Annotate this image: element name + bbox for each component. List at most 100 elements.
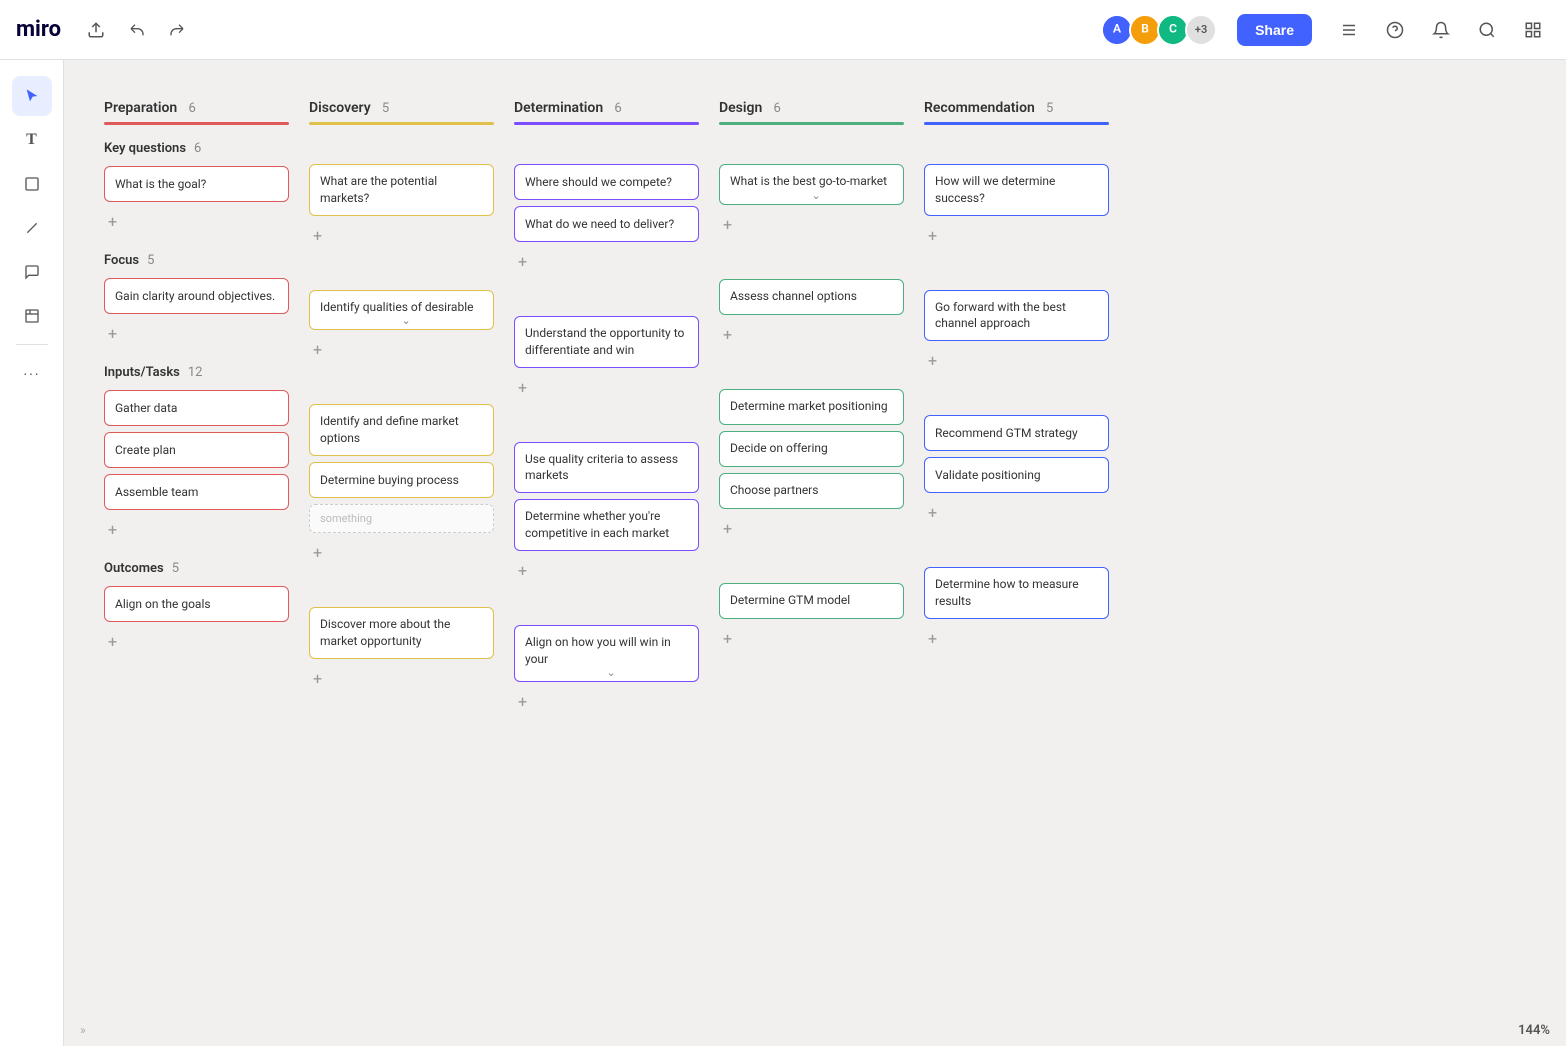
add-card-button[interactable]: + bbox=[719, 323, 736, 346]
add-card-button[interactable]: + bbox=[104, 210, 121, 233]
column-line-determination bbox=[514, 122, 699, 125]
add-card-button[interactable]: + bbox=[924, 501, 941, 524]
card[interactable]: Align on the goals bbox=[104, 586, 289, 622]
column-line-recommendation bbox=[924, 122, 1109, 125]
add-card-button[interactable]: + bbox=[309, 667, 326, 690]
add-card-button[interactable]: + bbox=[514, 376, 531, 399]
add-card-button[interactable]: + bbox=[719, 627, 736, 650]
card[interactable]: Go forward with the best channel approac… bbox=[924, 290, 1109, 342]
canvas: Preparation 6Key questions 6What is the … bbox=[64, 60, 1566, 1046]
card[interactable]: What do we need to deliver? bbox=[514, 206, 699, 242]
card[interactable]: Assess channel options bbox=[719, 279, 904, 315]
card[interactable]: Gain clarity around objectives. bbox=[104, 278, 289, 314]
card-text: Discover more about the market opportuni… bbox=[320, 616, 483, 650]
card[interactable]: Determine how to measure results bbox=[924, 567, 1109, 619]
cursor-tool[interactable] bbox=[12, 76, 52, 116]
help-icon[interactable] bbox=[1378, 15, 1412, 45]
section-discovery-1: Identify qualities of desirable⌄ + bbox=[309, 267, 494, 362]
add-card-button[interactable]: + bbox=[719, 213, 736, 236]
card[interactable]: Create plan bbox=[104, 432, 289, 468]
notifications-icon[interactable] bbox=[1424, 15, 1458, 45]
add-card-button[interactable]: + bbox=[104, 518, 121, 541]
section-preparation-3: Outcomes 5Align on the goals+ bbox=[104, 561, 289, 653]
add-card-button[interactable]: + bbox=[514, 250, 531, 273]
card[interactable]: Determine buying process bbox=[309, 462, 494, 498]
column-header-preparation: Preparation 6 bbox=[104, 100, 289, 125]
card-text: Determine whether you're competitive in … bbox=[525, 508, 688, 542]
column-line-design bbox=[719, 122, 904, 125]
avatar-group: A B C +3 bbox=[1101, 14, 1217, 46]
add-card-button[interactable]: + bbox=[514, 559, 531, 582]
card-text: Gather data bbox=[115, 400, 177, 417]
add-card-button[interactable]: + bbox=[514, 690, 531, 713]
card[interactable]: Validate positioning bbox=[924, 457, 1109, 493]
add-card-button[interactable]: + bbox=[104, 630, 121, 653]
card[interactable]: Identify and define market options bbox=[309, 404, 494, 456]
section-design-1: Assess channel options + bbox=[719, 256, 904, 346]
card-text: What are the potential markets? bbox=[320, 173, 483, 207]
card[interactable]: Gather data bbox=[104, 390, 289, 426]
card[interactable]: Understand the opportunity to differenti… bbox=[514, 316, 699, 368]
undo-button[interactable] bbox=[123, 16, 151, 44]
sticky-tool[interactable] bbox=[12, 164, 52, 204]
section-spacer bbox=[309, 141, 494, 164]
card[interactable]: Identify qualities of desirable⌄ bbox=[309, 290, 494, 331]
card-text: Identify and define market options bbox=[320, 413, 483, 447]
column-title-design: Design 6 bbox=[719, 100, 904, 116]
card-text: Determine market positioning bbox=[730, 398, 888, 415]
add-card-button[interactable]: + bbox=[309, 338, 326, 361]
card[interactable]: Use quality criteria to assess markets bbox=[514, 442, 699, 494]
comment-tool[interactable] bbox=[12, 252, 52, 292]
card-text: What do we need to deliver? bbox=[525, 216, 674, 233]
redo-button[interactable] bbox=[163, 16, 191, 44]
section-determination-3: Align on how you will win in your⌄ + bbox=[514, 602, 699, 714]
frame-tool[interactable] bbox=[12, 296, 52, 336]
card[interactable]: What is the best go-to-market⌄ bbox=[719, 164, 904, 205]
card[interactable]: Assemble team bbox=[104, 474, 289, 510]
card[interactable]: Where should we compete? bbox=[514, 164, 699, 200]
card[interactable]: Discover more about the market opportuni… bbox=[309, 607, 494, 659]
line-tool[interactable] bbox=[12, 208, 52, 248]
section-spacer bbox=[924, 544, 1109, 567]
add-card-button[interactable]: + bbox=[309, 224, 326, 247]
card[interactable]: Recommend GTM strategy bbox=[924, 415, 1109, 451]
column-design: Design 6What is the best go-to-market⌄+A… bbox=[719, 100, 904, 733]
card-text: Assess channel options bbox=[730, 288, 857, 305]
share-button[interactable]: Share bbox=[1237, 14, 1312, 46]
card[interactable]: Determine market positioning bbox=[719, 389, 904, 425]
card[interactable]: Choose partners bbox=[719, 473, 904, 509]
card[interactable]: What are the potential markets? bbox=[309, 164, 494, 216]
col-count: 6 bbox=[770, 101, 781, 116]
add-card-button[interactable]: + bbox=[924, 627, 941, 650]
add-card-button[interactable]: + bbox=[309, 541, 326, 564]
header: miro A B C +3 Share bbox=[0, 0, 1566, 60]
column-title-recommendation: Recommendation 5 bbox=[924, 100, 1109, 116]
add-card-button[interactable]: + bbox=[924, 349, 941, 372]
card-text: Assemble team bbox=[115, 484, 198, 501]
col-title-text: Preparation bbox=[104, 100, 177, 116]
section-spacer bbox=[514, 419, 699, 442]
column-recommendation: Recommendation 5 How will we determine su… bbox=[924, 100, 1109, 733]
card[interactable]: What is the goal? bbox=[104, 166, 289, 202]
section-spacer bbox=[924, 392, 1109, 415]
section-design-0: What is the best go-to-market⌄ + bbox=[719, 141, 904, 236]
search-icon[interactable] bbox=[1470, 15, 1504, 45]
board-menu-icon[interactable] bbox=[1516, 15, 1550, 45]
card[interactable]: Align on how you will win in your⌄ bbox=[514, 625, 699, 683]
section-spacer bbox=[309, 584, 494, 607]
add-card-button[interactable]: + bbox=[719, 517, 736, 540]
add-card-button[interactable]: + bbox=[924, 224, 941, 247]
card[interactable]: Determine GTM model bbox=[719, 583, 904, 619]
settings-icon[interactable] bbox=[1332, 15, 1366, 45]
export-button[interactable] bbox=[81, 15, 111, 45]
text-tool[interactable]: T bbox=[12, 120, 52, 160]
card-text: Align on how you will win in your bbox=[525, 634, 688, 668]
add-card-button[interactable]: + bbox=[104, 322, 121, 345]
column-header-design: Design 6 bbox=[719, 100, 904, 125]
card[interactable]: How will we determine success? bbox=[924, 164, 1109, 216]
more-tools[interactable]: ··· bbox=[12, 353, 52, 393]
card[interactable]: Decide on offering bbox=[719, 431, 904, 467]
card[interactable]: Determine whether you're competitive in … bbox=[514, 499, 699, 551]
section-spacer bbox=[719, 560, 904, 583]
column-title-discovery: Discovery 5 bbox=[309, 100, 494, 116]
